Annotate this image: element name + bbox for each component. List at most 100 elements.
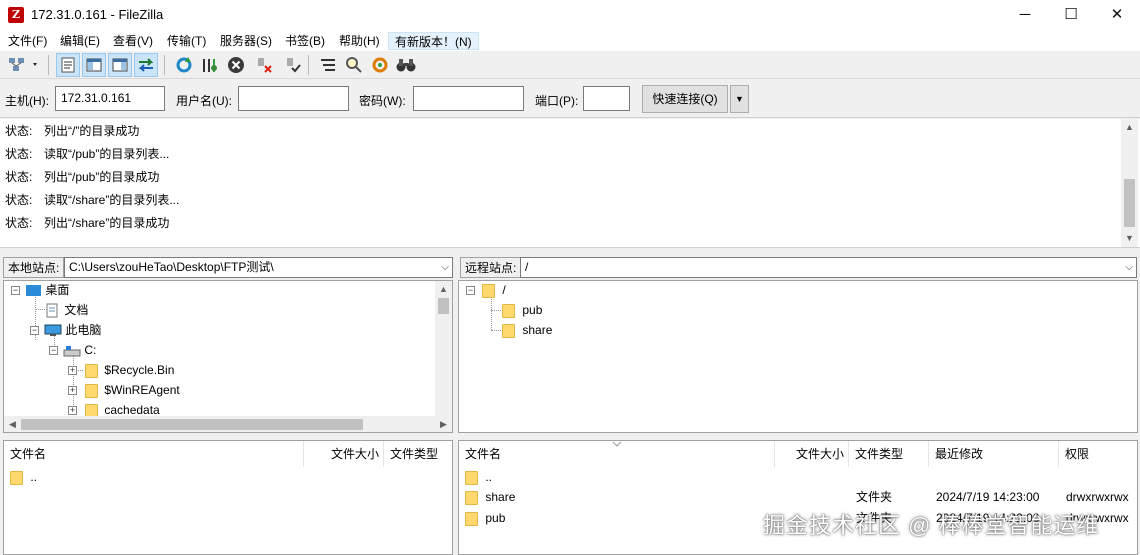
menu-edit[interactable]: 编辑(E) — [57, 32, 103, 50]
menu-view[interactable]: 查看(V) — [110, 32, 156, 50]
close-button[interactable]: ✕ — [1094, 0, 1140, 30]
process-queue-button[interactable] — [198, 53, 222, 77]
message-log: 状态: 列出“/”的目录成功 状态: 读取“/pub”的目录列表... 状态: 列出“… — [0, 119, 1140, 248]
expand-toggle[interactable]: + — [68, 386, 77, 395]
refresh-button[interactable] — [172, 53, 196, 77]
scroll-right-arrow-icon[interactable]: ▶ — [435, 416, 452, 432]
local-site-bar: 本地站点: C:\Users\zouHeTao\Desktop\FTP测试\ ⌵ — [0, 254, 455, 280]
remote-path-value: / — [525, 260, 529, 274]
quickconnect-button[interactable]: 快速连接(Q) — [642, 85, 728, 113]
toggle-local-tree-button[interactable] — [82, 53, 106, 77]
toolbar — [0, 51, 1140, 79]
quickconnect-bar: 主机(H): 172.31.0.161 用户名(U): 密码(W): 端口(P)… — [0, 80, 1140, 118]
column-header-permissions[interactable]: 权限 — [1059, 441, 1137, 467]
toggle-message-log-button[interactable] — [56, 53, 80, 77]
toggle-remote-tree-button[interactable] — [108, 53, 132, 77]
reconnect-icon — [287, 58, 301, 73]
directory-filters-button[interactable] — [316, 53, 340, 77]
expand-toggle[interactable]: + — [68, 406, 77, 415]
chevron-down-icon[interactable]: ⌵ — [441, 258, 449, 277]
scrollbar-thumb[interactable] — [1124, 179, 1135, 227]
column-header-type[interactable]: 文件类型 — [384, 441, 452, 467]
tree-node-c-drive[interactable]: C: — [63, 340, 96, 360]
username-input[interactable] — [238, 86, 349, 111]
tree-node-recycle-bin[interactable]: $Recycle.Bin — [85, 360, 174, 380]
local-tree-icon — [86, 58, 102, 72]
password-input[interactable] — [413, 86, 524, 111]
log-line: 状态: 列出“/share”的目录成功 — [5, 216, 170, 230]
computer-icon — [44, 324, 62, 336]
remote-path-combobox[interactable]: / ⌵ — [520, 257, 1137, 278]
sync-browse-button[interactable] — [368, 53, 392, 77]
tree-node-winreagent[interactable]: $WinREAgent — [85, 380, 180, 400]
tree-node-documents[interactable]: 文档 — [46, 300, 88, 320]
expand-toggle[interactable]: − — [11, 286, 20, 295]
folder-icon — [85, 383, 98, 398]
expand-toggle[interactable]: − — [30, 326, 39, 335]
port-input[interactable] — [583, 86, 630, 111]
scroll-down-arrow-icon[interactable]: ▼ — [1121, 230, 1138, 247]
filezilla-app-icon: Z — [8, 7, 24, 23]
filter-icon — [321, 59, 335, 71]
tree-node-root[interactable]: / — [482, 281, 506, 300]
menu-transfer[interactable]: 传输(T) — [164, 32, 209, 50]
magnifier-compare-icon — [346, 57, 362, 73]
maximize-button[interactable]: ☐ — [1048, 0, 1094, 30]
tree-node-this-pc[interactable]: 此电脑 — [44, 320, 101, 340]
expand-toggle[interactable]: − — [466, 286, 475, 295]
column-header-size[interactable]: 文件大小 — [304, 441, 384, 467]
file-row[interactable]: .. — [10, 466, 37, 488]
menu-new-version[interactable]: 有新版本！(N) — [388, 32, 479, 50]
column-header-type[interactable]: 文件类型 — [849, 441, 929, 467]
tree-node-desktop[interactable]: 桌面 — [25, 281, 69, 300]
chevron-down-icon[interactable]: ⌵ — [1125, 258, 1133, 277]
menu-help[interactable]: 帮助(H) — [336, 32, 383, 50]
file-row[interactable]: share 文件夹 2024/7/19 14:23:00 drwxrwxrwx — [465, 486, 1135, 508]
site-manager-icon — [9, 58, 37, 71]
scroll-left-arrow-icon[interactable]: ◀ — [4, 416, 21, 432]
cancel-icon — [228, 57, 244, 73]
remote-directory-tree: − / pub share — [458, 280, 1138, 433]
file-row[interactable]: .. — [465, 466, 1135, 488]
quickconnect-history-dropdown[interactable]: ▼ — [730, 85, 749, 113]
scrollbar-thumb[interactable] — [21, 419, 363, 430]
disconnect-button[interactable] — [252, 53, 276, 77]
scrollbar-thumb[interactable] — [438, 298, 449, 314]
minimize-button[interactable]: ─ — [1002, 0, 1048, 30]
tree-node-share[interactable]: share — [502, 320, 552, 340]
local-tree-vscrollbar[interactable]: ▲ — [435, 281, 452, 416]
toggle-transfer-queue-button[interactable] — [134, 53, 158, 77]
folder-icon — [465, 511, 478, 526]
menu-file[interactable]: 文件(F) — [5, 32, 50, 50]
local-path-combobox[interactable]: C:\Users\zouHeTao\Desktop\FTP测试\ ⌵ — [64, 257, 453, 278]
host-input[interactable]: 172.31.0.161 — [55, 86, 165, 111]
column-header-size[interactable]: 文件大小 — [775, 441, 849, 467]
cancel-button[interactable] — [224, 53, 248, 77]
column-header-name[interactable]: 文件名 — [459, 441, 775, 467]
log-scrollbar[interactable]: ▲ ▼ — [1121, 119, 1138, 247]
menu-server[interactable]: 服务器(S) — [217, 32, 275, 50]
local-file-list: 文件名 文件大小 文件类型 .. — [3, 440, 453, 555]
folder-icon — [465, 470, 478, 485]
folder-icon — [502, 303, 515, 318]
site-manager-button[interactable] — [4, 53, 44, 77]
log-line: 状态: 读取“/share”的目录列表... — [5, 193, 180, 207]
menu-bookmarks[interactable]: 书签(B) — [282, 32, 328, 50]
expand-toggle[interactable]: + — [68, 366, 77, 375]
folder-icon — [502, 323, 515, 338]
local-tree-hscrollbar[interactable]: ◀ ▶ — [4, 416, 452, 432]
column-header-modified[interactable]: 最近修改 — [929, 441, 1059, 467]
search-remote-button[interactable] — [394, 53, 418, 77]
column-header-name[interactable]: 文件名 — [4, 441, 304, 467]
folder-icon — [465, 490, 478, 505]
scroll-up-arrow-icon[interactable]: ▲ — [435, 281, 452, 298]
reconnect-button[interactable] — [280, 53, 304, 77]
binoculars-icon — [396, 59, 416, 72]
expand-toggle[interactable]: − — [49, 346, 58, 355]
folder-icon — [482, 283, 495, 298]
port-label: 端口(P): — [535, 94, 579, 108]
tree-node-pub[interactable]: pub — [502, 300, 542, 320]
scroll-up-arrow-icon[interactable]: ▲ — [1121, 119, 1138, 136]
transfer-queue-icon — [138, 58, 154, 72]
compare-directories-button[interactable] — [342, 53, 366, 77]
